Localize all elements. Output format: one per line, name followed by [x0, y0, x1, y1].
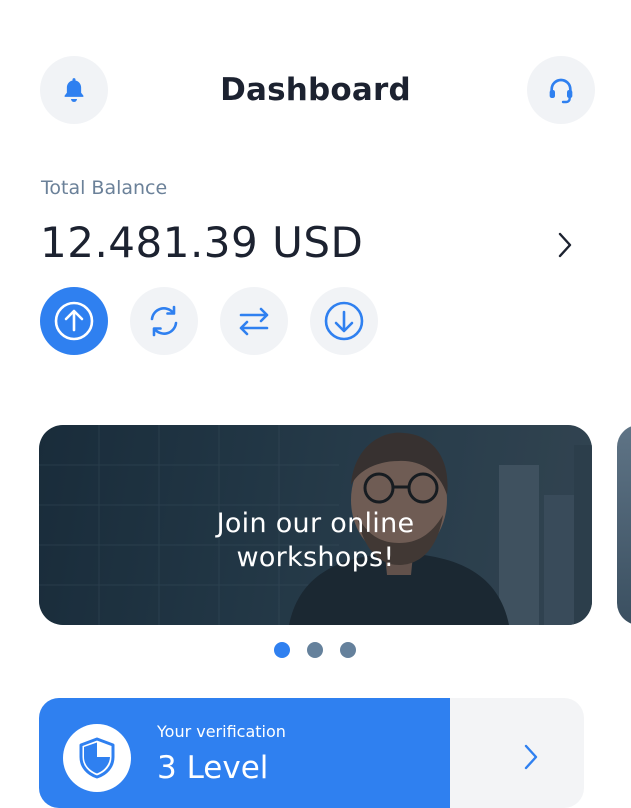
chevron-right-icon	[524, 744, 538, 770]
next-banner-peek[interactable]	[617, 425, 631, 625]
arrow-down-circle-icon	[324, 301, 364, 341]
exchange-button[interactable]	[130, 287, 198, 355]
carousel-dots	[274, 642, 356, 658]
refresh-icon	[150, 305, 178, 337]
verification-label: Your verification	[157, 722, 286, 741]
carousel-dot-1[interactable]	[274, 642, 290, 658]
transfer-button[interactable]	[220, 287, 288, 355]
receive-button[interactable]	[310, 287, 378, 355]
shield-badge	[63, 724, 131, 792]
support-button[interactable]	[527, 56, 595, 124]
carousel-dot-2[interactable]	[307, 642, 323, 658]
send-button[interactable]	[40, 287, 108, 355]
carousel-dot-3[interactable]	[340, 642, 356, 658]
balance-details-button[interactable]	[548, 228, 582, 262]
verification-level: 3 Level	[157, 750, 269, 786]
verification-open-button[interactable]	[517, 740, 545, 774]
promo-banner[interactable]: Join our online workshops!	[39, 425, 592, 625]
arrow-up-circle-icon	[54, 301, 94, 341]
balance-label: Total Balance	[41, 177, 168, 199]
balance-amount: 12.481.39 USD	[40, 218, 364, 267]
chevron-right-icon	[558, 232, 572, 258]
transfer-icon	[239, 307, 269, 336]
headset-icon	[549, 78, 573, 104]
shield-icon	[79, 737, 115, 779]
banner-text: Join our online workshops!	[216, 508, 415, 573]
